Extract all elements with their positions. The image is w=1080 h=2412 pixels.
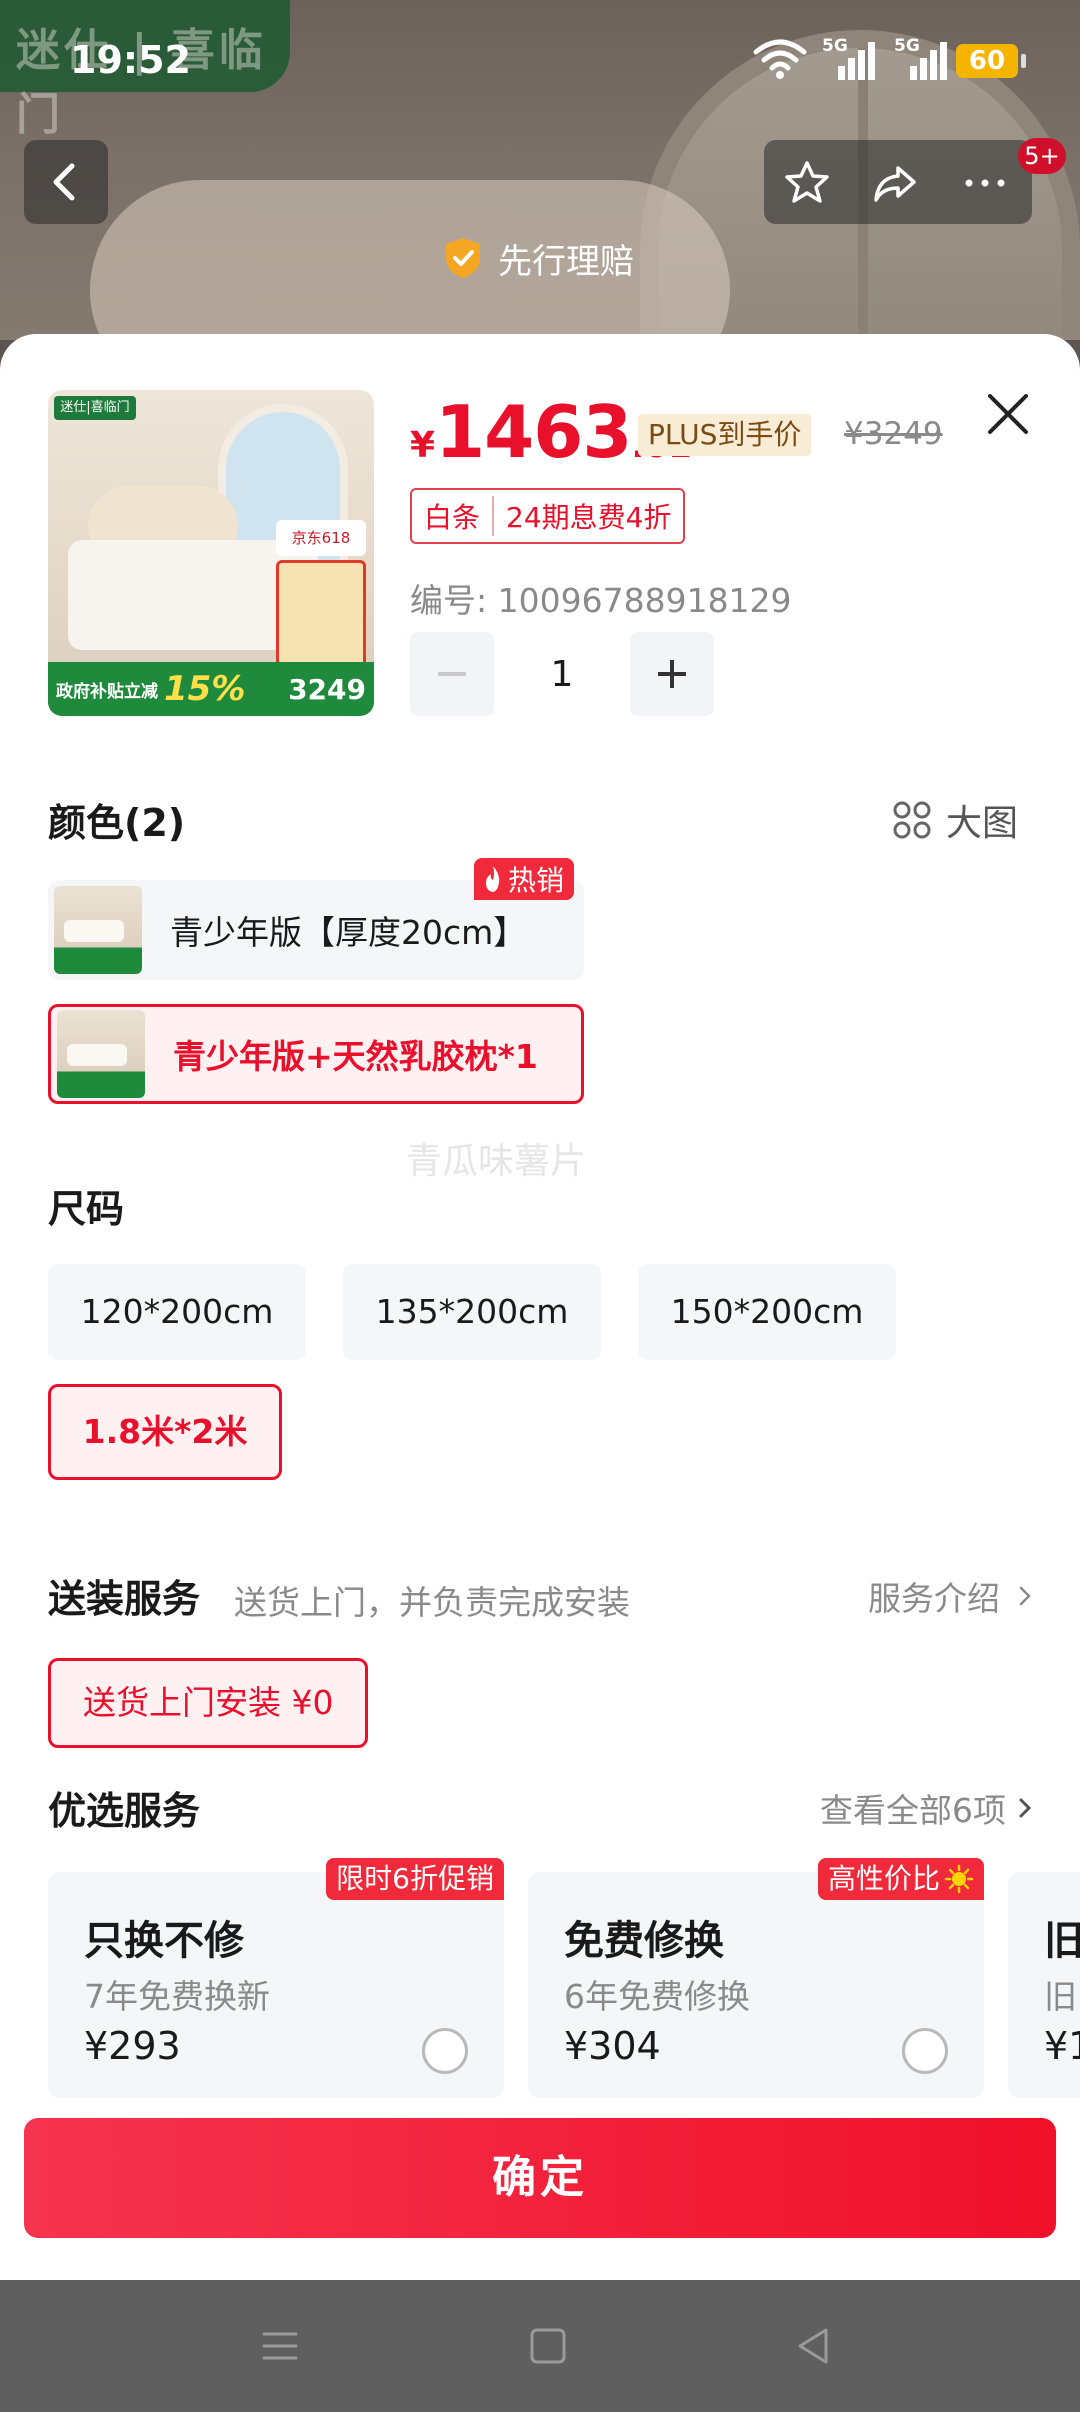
- menu-icon[interactable]: [258, 2324, 302, 2368]
- product-sku: 编号: 10096788918129: [410, 581, 792, 620]
- size-option[interactable]: 120*200cm: [48, 1264, 306, 1360]
- big-image-button[interactable]: 大图: [892, 794, 1018, 846]
- thumb-promo-tag: 京东618: [276, 520, 366, 556]
- service-card-partial[interactable]: 旧 旧 ¥1: [1008, 1872, 1080, 2098]
- favorite-star-icon[interactable]: [782, 158, 832, 208]
- installment-tag[interactable]: 白条 24期息费4折: [410, 488, 686, 544]
- grid-icon: [893, 801, 931, 839]
- back-button[interactable]: [24, 140, 108, 224]
- signal-icon: [910, 42, 947, 80]
- plus-price-tag: PLUS到手价: [638, 414, 812, 456]
- product-thumbnail[interactable]: 迷仕|喜临门 京东618 政府补贴立减 15% 3249: [48, 390, 374, 716]
- quantity-stepper: 1: [410, 632, 714, 716]
- sku-selector-sheet: 迷仕|喜临门 京东618 政府补贴立减 15% 3249 ¥ 1463 .01 …: [0, 334, 1080, 2280]
- sun-icon: [944, 1864, 974, 1894]
- share-icon[interactable]: [870, 158, 920, 208]
- service-intro-link[interactable]: 服务介绍: [868, 1572, 1032, 1620]
- message-count-badge: 5+: [1018, 138, 1066, 174]
- service-radio[interactable]: [422, 2028, 468, 2074]
- top-actions: [764, 140, 1032, 224]
- color-section-title: 颜色(2): [48, 801, 186, 845]
- back-triangle-icon[interactable]: [792, 2324, 836, 2368]
- status-bar: 19:52 5G 5G 60: [0, 0, 1080, 120]
- delivery-option-selected[interactable]: 送货上门安装 ¥0: [48, 1658, 369, 1748]
- optional-section-title: 优选服务: [48, 1789, 201, 1833]
- service-radio[interactable]: [902, 2028, 948, 2074]
- chevron-right-icon: [1019, 1798, 1032, 1818]
- more-icon[interactable]: [960, 158, 1010, 208]
- thumb-brand-logo: 迷仕|喜临门: [54, 396, 136, 420]
- promo-badge: 限时6折促销: [326, 1858, 504, 1900]
- signal-icon: [838, 42, 875, 80]
- thumb-subsidy-bar: 政府补贴立减 15% 3249: [48, 662, 374, 716]
- close-icon[interactable]: [980, 386, 1036, 442]
- flame-icon: [486, 866, 500, 892]
- original-price: ¥3249: [844, 416, 943, 452]
- claim-service-pill[interactable]: 先行理赔: [420, 218, 680, 298]
- delivery-section-title: 送装服务: [48, 1577, 201, 1621]
- decrease-button[interactable]: [410, 632, 494, 716]
- wifi-icon: [753, 39, 807, 79]
- battery-indicator: 60: [956, 44, 1026, 78]
- color-option-thumb: [57, 1010, 145, 1098]
- size-option-selected[interactable]: 1.8米*2米: [48, 1384, 282, 1480]
- size-option[interactable]: 135*200cm: [343, 1264, 601, 1360]
- service-card[interactable]: 高性价比 免费修换 6年免费修换 ¥304: [528, 1858, 984, 2098]
- promo-badge: 高性价比: [817, 1858, 984, 1900]
- hot-sale-badge: 热销: [474, 858, 575, 900]
- shield-check-icon: [446, 238, 480, 278]
- service-card[interactable]: 限时6折促销 只换不修 7年免费换新 ¥293: [48, 1858, 504, 2098]
- color-option-selected[interactable]: 青少年版+天然乳胶枕*1: [48, 1004, 584, 1104]
- claim-label: 先行理赔: [498, 241, 634, 282]
- delivery-subtitle: 送货上门，并负责完成安装: [234, 1583, 630, 1622]
- increase-button[interactable]: [630, 632, 714, 716]
- status-time: 19:52: [70, 38, 191, 82]
- view-all-services-link[interactable]: 查看全部6项: [820, 1784, 1032, 1832]
- confirm-button[interactable]: 确定: [24, 2118, 1056, 2238]
- home-icon[interactable]: [526, 2324, 570, 2368]
- chevron-left-icon: [53, 163, 75, 201]
- watermark: 青瓜味薯片: [406, 1141, 587, 1182]
- color-option-thumb: [54, 886, 142, 974]
- system-nav-bar: [0, 2280, 1080, 2412]
- size-option[interactable]: 150*200cm: [638, 1264, 896, 1360]
- quantity-value[interactable]: 1: [494, 654, 630, 695]
- chevron-right-icon: [1019, 1586, 1031, 1606]
- size-section-title: 尺码: [48, 1187, 125, 1231]
